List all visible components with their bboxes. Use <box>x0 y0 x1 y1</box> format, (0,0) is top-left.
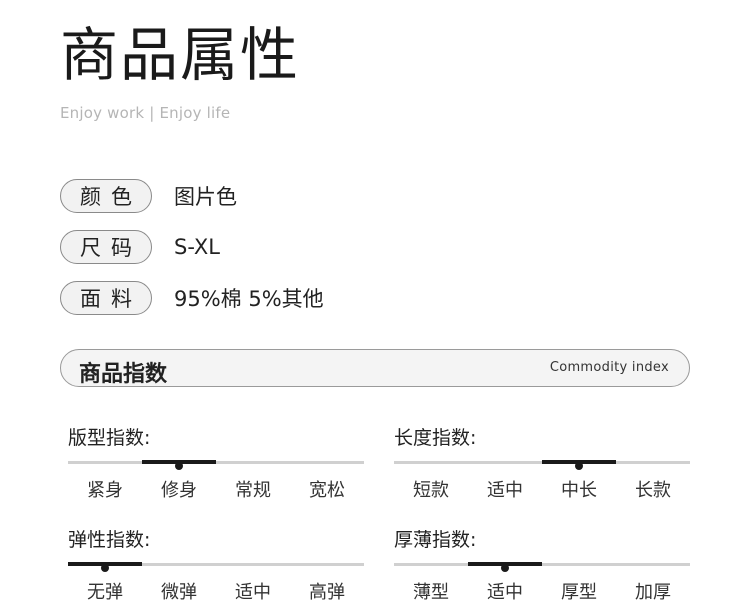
attribute-label-pill: 尺码 <box>60 230 152 264</box>
attribute-row-fabric: 面料 95%棉 5%其他 <box>60 280 324 316</box>
attribute-row-size: 尺码 S-XL <box>60 229 220 265</box>
attribute-value: 95%棉 5%其他 <box>174 287 324 311</box>
metric-option: 修身 <box>161 480 197 501</box>
metric-label: 长度指数: <box>394 427 477 449</box>
metric-options: 薄型 适中 厚型 加厚 <box>394 578 690 604</box>
page-subtitle: Enjoy work | Enjoy life <box>60 104 231 122</box>
metric-option: 高弹 <box>309 582 345 603</box>
metric-indicator <box>468 562 542 572</box>
metric-fit: 版型指数: 紧身 修身 常规 宽松 <box>68 423 364 502</box>
metric-option: 微弹 <box>161 582 197 603</box>
indicator-dot <box>175 462 183 470</box>
metric-track <box>68 562 364 572</box>
attribute-value: 图片色 <box>174 185 237 209</box>
metric-label: 弹性指数: <box>68 529 151 551</box>
indicator-dot <box>575 462 583 470</box>
metric-option: 短款 <box>413 480 449 501</box>
index-subtitle-en: Commodity index <box>549 360 669 375</box>
indicator-dot <box>101 564 109 572</box>
metric-option: 加厚 <box>635 582 671 603</box>
metric-track <box>394 460 690 470</box>
metric-option: 长款 <box>635 480 671 501</box>
metric-label: 厚薄指数: <box>394 529 477 551</box>
metric-options: 紧身 修身 常规 宽松 <box>68 476 364 502</box>
index-title: 商品指数 <box>79 362 168 387</box>
metric-option: 宽松 <box>309 480 345 501</box>
metric-options: 无弹 微弹 适中 高弹 <box>68 578 364 604</box>
metric-option: 紧身 <box>87 480 123 501</box>
indicator-dot <box>501 564 509 572</box>
metric-thickness: 厚薄指数: 薄型 适中 厚型 加厚 <box>394 525 690 604</box>
metric-option: 适中 <box>235 582 271 603</box>
metric-option: 适中 <box>487 582 523 603</box>
metric-indicator <box>68 562 142 572</box>
metric-option: 薄型 <box>413 582 449 603</box>
metric-track <box>68 460 364 470</box>
metric-indicator <box>142 460 216 470</box>
metric-option: 中长 <box>561 480 597 501</box>
attribute-value: S-XL <box>174 235 220 259</box>
metric-indicator <box>542 460 616 470</box>
page-title: 商品属性 <box>60 21 301 89</box>
metric-options: 短款 适中 中长 长款 <box>394 476 690 502</box>
attribute-row-color: 颜色 图片色 <box>60 178 237 214</box>
metric-elasticity: 弹性指数: 无弹 微弹 适中 高弹 <box>68 525 364 604</box>
metric-length: 长度指数: 短款 适中 中长 长款 <box>394 423 690 502</box>
attribute-label-pill: 颜色 <box>60 179 152 213</box>
metric-option: 常规 <box>235 480 271 501</box>
metric-option: 适中 <box>487 480 523 501</box>
attribute-label-pill: 面料 <box>60 281 152 315</box>
metric-option: 无弹 <box>87 582 123 603</box>
commodity-index-header: 商品指数 Commodity index <box>60 349 690 387</box>
metric-label: 版型指数: <box>68 427 151 449</box>
metric-track <box>394 562 690 572</box>
metric-option: 厚型 <box>561 582 597 603</box>
